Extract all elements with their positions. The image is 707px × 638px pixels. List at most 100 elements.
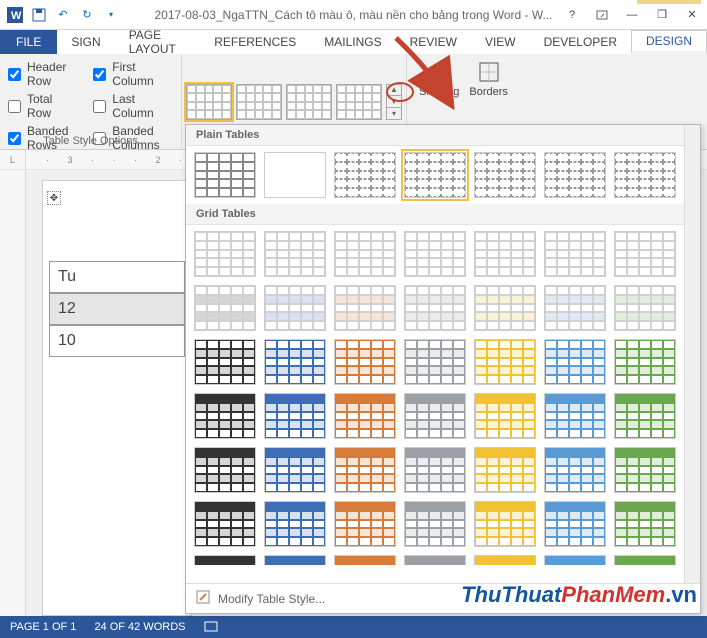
style-thumb[interactable] [614, 447, 676, 493]
redo-icon[interactable]: ↻ [76, 4, 98, 26]
gallery-more-button[interactable]: ▲ ▼ ▾ [386, 84, 402, 120]
style-thumb[interactable] [264, 152, 326, 198]
style-thumb[interactable] [194, 231, 256, 277]
status-proofing-icon[interactable] [204, 619, 218, 636]
style-thumb[interactable] [334, 447, 396, 493]
style-thumb[interactable] [614, 555, 676, 565]
document-page[interactable]: ✥ Tu 12 10 [42, 180, 192, 616]
style-thumb[interactable] [474, 447, 536, 493]
undo-icon[interactable]: ↶ [52, 4, 74, 26]
checkbox-last-column[interactable]: Last Column [93, 92, 173, 120]
style-thumb[interactable] [614, 285, 676, 331]
title-bar: W ↶ ↻ ▾ 2017-08-03_NgaTTN_Cách tô màu ô,… [0, 0, 707, 30]
style-thumb[interactable] [474, 393, 536, 439]
customize-qa-icon[interactable]: ▾ [100, 4, 122, 26]
tab-view[interactable]: VIEW [471, 30, 530, 54]
dropdown-scrollbar[interactable] [684, 125, 700, 589]
style-thumb[interactable] [264, 339, 326, 385]
style-thumb[interactable] [336, 84, 382, 120]
minimize-icon[interactable]: — [617, 0, 647, 30]
style-thumb[interactable] [194, 501, 256, 547]
style-thumb[interactable] [544, 231, 606, 277]
style-thumb[interactable] [264, 231, 326, 277]
style-thumb[interactable] [544, 339, 606, 385]
checkbox-header-row[interactable]: Header Row [8, 60, 75, 88]
tab-mailings[interactable]: MAILINGS [310, 30, 395, 54]
style-thumb[interactable] [264, 555, 326, 565]
style-thumb[interactable] [334, 501, 396, 547]
style-thumb[interactable] [474, 555, 536, 565]
style-thumb[interactable] [614, 393, 676, 439]
checkbox-total-row[interactable]: Total Row [8, 92, 75, 120]
tab-table-design[interactable]: DESIGN [631, 30, 707, 54]
table-cell[interactable]: Tu [49, 261, 185, 293]
style-thumb[interactable] [264, 393, 326, 439]
style-thumb[interactable] [264, 501, 326, 547]
table-styles-dropdown: Plain Tables Grid Tables Modify Table St… [185, 124, 701, 614]
scroll-down-icon[interactable]: ▼ [387, 96, 401, 108]
checkbox-first-column[interactable]: First Column [93, 60, 173, 88]
style-thumb[interactable] [404, 285, 466, 331]
borders-button[interactable]: Borders [469, 60, 508, 98]
style-thumb[interactable] [404, 393, 466, 439]
tab-references[interactable]: REFERENCES [200, 30, 310, 54]
style-thumb[interactable] [544, 555, 606, 565]
style-thumb[interactable] [264, 447, 326, 493]
style-thumb[interactable] [544, 501, 606, 547]
shading-button[interactable]: Shading [419, 60, 459, 98]
style-thumb[interactable] [474, 231, 536, 277]
style-thumb[interactable] [334, 231, 396, 277]
style-thumb[interactable] [474, 152, 536, 198]
scroll-up-icon[interactable]: ▲ [387, 85, 401, 97]
style-thumb[interactable] [334, 393, 396, 439]
style-thumb[interactable] [286, 84, 332, 120]
style-thumb[interactable] [404, 152, 466, 198]
save-icon[interactable] [28, 4, 50, 26]
style-thumb[interactable] [474, 285, 536, 331]
status-words[interactable]: 24 OF 42 WORDS [94, 621, 185, 633]
style-thumb[interactable] [544, 393, 606, 439]
style-thumb[interactable] [186, 84, 232, 120]
style-thumb[interactable] [404, 555, 466, 565]
style-thumb[interactable] [544, 152, 606, 198]
style-thumb[interactable] [194, 393, 256, 439]
style-thumb[interactable] [404, 501, 466, 547]
help-icon[interactable]: ? [557, 0, 587, 30]
style-thumb[interactable] [194, 555, 256, 565]
style-thumb[interactable] [404, 231, 466, 277]
style-thumb[interactable] [614, 231, 676, 277]
style-thumb[interactable] [614, 152, 676, 198]
style-thumb[interactable] [236, 84, 282, 120]
tab-page-layout[interactable]: PAGE LAYOUT [115, 30, 201, 54]
style-thumb[interactable] [404, 447, 466, 493]
more-icon[interactable]: ▾ [387, 108, 401, 119]
style-thumb[interactable] [194, 152, 256, 198]
style-thumb[interactable] [334, 285, 396, 331]
ruler-vertical[interactable] [0, 170, 26, 616]
tab-review[interactable]: REVIEW [396, 30, 471, 54]
tab-file[interactable]: FILE [0, 30, 57, 54]
close-icon[interactable]: ✕ [677, 0, 707, 30]
style-thumb[interactable] [334, 555, 396, 565]
style-thumb[interactable] [544, 447, 606, 493]
tab-design[interactable]: SIGN [57, 30, 114, 54]
tab-developer[interactable]: DEVELOPER [530, 30, 631, 54]
style-thumb[interactable] [474, 501, 536, 547]
style-thumb[interactable] [614, 339, 676, 385]
table-cell[interactable]: 12 [49, 293, 185, 325]
style-thumb[interactable] [404, 339, 466, 385]
maximize-icon[interactable]: ❐ [647, 0, 677, 30]
style-thumb[interactable] [544, 285, 606, 331]
style-thumb[interactable] [194, 447, 256, 493]
table-move-handle[interactable]: ✥ [47, 191, 61, 205]
style-thumb[interactable] [194, 339, 256, 385]
style-thumb[interactable] [194, 285, 256, 331]
style-thumb[interactable] [474, 339, 536, 385]
style-thumb[interactable] [264, 285, 326, 331]
table-cell[interactable]: 10 [49, 325, 185, 357]
style-thumb[interactable] [334, 339, 396, 385]
style-thumb[interactable] [614, 501, 676, 547]
style-thumb[interactable] [334, 152, 396, 198]
ribbon-display-icon[interactable] [587, 0, 617, 30]
status-page[interactable]: PAGE 1 OF 1 [10, 621, 76, 633]
